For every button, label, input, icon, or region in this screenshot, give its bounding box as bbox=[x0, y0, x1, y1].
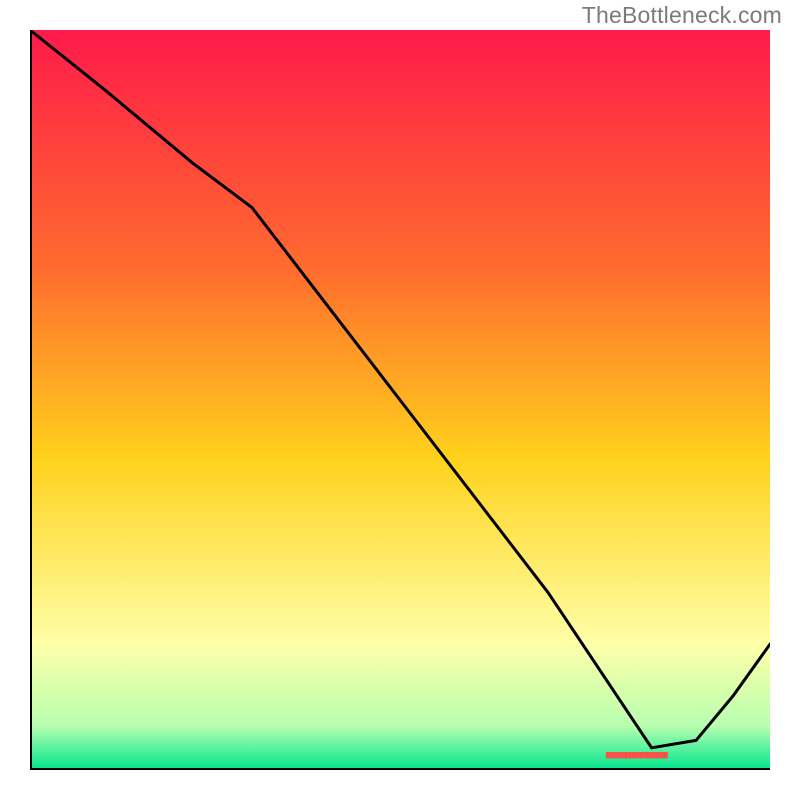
min-marker-dash bbox=[617, 752, 620, 758]
min-marker-dash bbox=[631, 752, 634, 758]
min-marker-dash bbox=[611, 752, 614, 758]
bottleneck-line-chart bbox=[30, 30, 770, 770]
min-marker-dash bbox=[651, 752, 654, 758]
min-marker-dash bbox=[640, 752, 643, 758]
min-marker-dash bbox=[645, 752, 648, 758]
min-marker-dash bbox=[614, 752, 617, 758]
min-marker-dash bbox=[623, 752, 626, 758]
min-marker-dash bbox=[642, 752, 645, 758]
min-marker-dash bbox=[620, 752, 623, 758]
min-marker-dash bbox=[626, 752, 629, 758]
min-marker-dash bbox=[628, 752, 631, 758]
min-marker-dash bbox=[665, 752, 668, 758]
min-marker-dash bbox=[606, 752, 609, 758]
min-marker-dash bbox=[659, 752, 662, 758]
chart-container bbox=[30, 30, 770, 770]
min-marker-dash bbox=[637, 752, 640, 758]
min-marker-dash bbox=[662, 752, 665, 758]
min-marker-dash bbox=[648, 752, 651, 758]
min-marker-dash bbox=[634, 752, 637, 758]
min-marker-dash bbox=[654, 752, 657, 758]
min-marker-dash bbox=[657, 752, 660, 758]
watermark-text: TheBottleneck.com bbox=[582, 2, 782, 29]
min-marker-dash bbox=[609, 752, 612, 758]
min-marker-segment bbox=[606, 752, 668, 758]
